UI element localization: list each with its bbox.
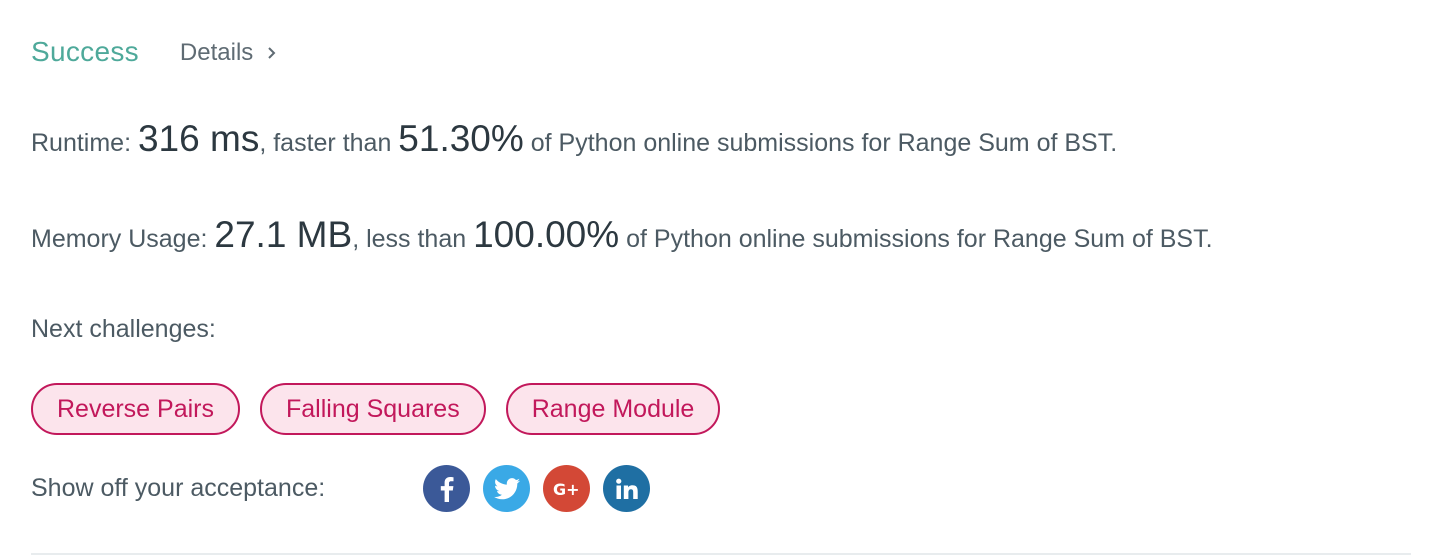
next-challenges-list: Reverse Pairs Falling Squares Range Modu… xyxy=(31,383,721,435)
memory-value: 27.1 MB xyxy=(214,214,353,255)
result-header: Success Details xyxy=(31,36,277,68)
memory-percent: 100.00% xyxy=(473,214,620,255)
runtime-value: 316 ms xyxy=(137,118,260,159)
google-plus-share-button[interactable]: G+ xyxy=(543,465,590,512)
challenge-reverse-pairs[interactable]: Reverse Pairs xyxy=(31,383,240,435)
twitter-icon xyxy=(493,477,520,499)
runtime-comparison: , faster than xyxy=(259,129,399,157)
memory-comparison: , less than xyxy=(352,225,474,253)
runtime-percent: 51.30% xyxy=(398,118,524,159)
twitter-share-button[interactable] xyxy=(483,465,530,512)
chevron-right-icon xyxy=(268,47,276,59)
next-challenges-label: Next challenges: xyxy=(31,315,216,343)
divider xyxy=(31,553,1411,555)
svg-text:G+: G+ xyxy=(553,480,580,499)
memory-stat: Memory Usage: 27.1 MB, less than 100.00%… xyxy=(31,214,1213,256)
linkedin-icon xyxy=(615,478,638,499)
runtime-label: Runtime: xyxy=(31,129,138,157)
memory-suffix: of Python online submissions for Range S… xyxy=(619,225,1213,253)
memory-label: Memory Usage: xyxy=(31,225,215,253)
linkedin-share-button[interactable] xyxy=(603,465,650,512)
challenge-falling-squares[interactable]: Falling Squares xyxy=(260,383,486,435)
google-plus-icon: G+ xyxy=(553,480,580,499)
share-label: Show off your acceptance: xyxy=(31,474,326,502)
runtime-stat: Runtime: 316 ms, faster than 51.30% of P… xyxy=(31,118,1117,160)
facebook-icon xyxy=(440,476,453,502)
facebook-share-button[interactable] xyxy=(423,465,470,512)
details-label: Details xyxy=(179,39,254,66)
details-link[interactable]: Details xyxy=(180,37,277,67)
status-label: Success xyxy=(31,36,139,67)
share-buttons: G+ xyxy=(423,465,650,512)
share-row: Show off your acceptance: G+ xyxy=(31,465,650,512)
runtime-suffix: of Python online submissions for Range S… xyxy=(523,129,1118,157)
challenge-range-module[interactable]: Range Module xyxy=(505,383,721,435)
